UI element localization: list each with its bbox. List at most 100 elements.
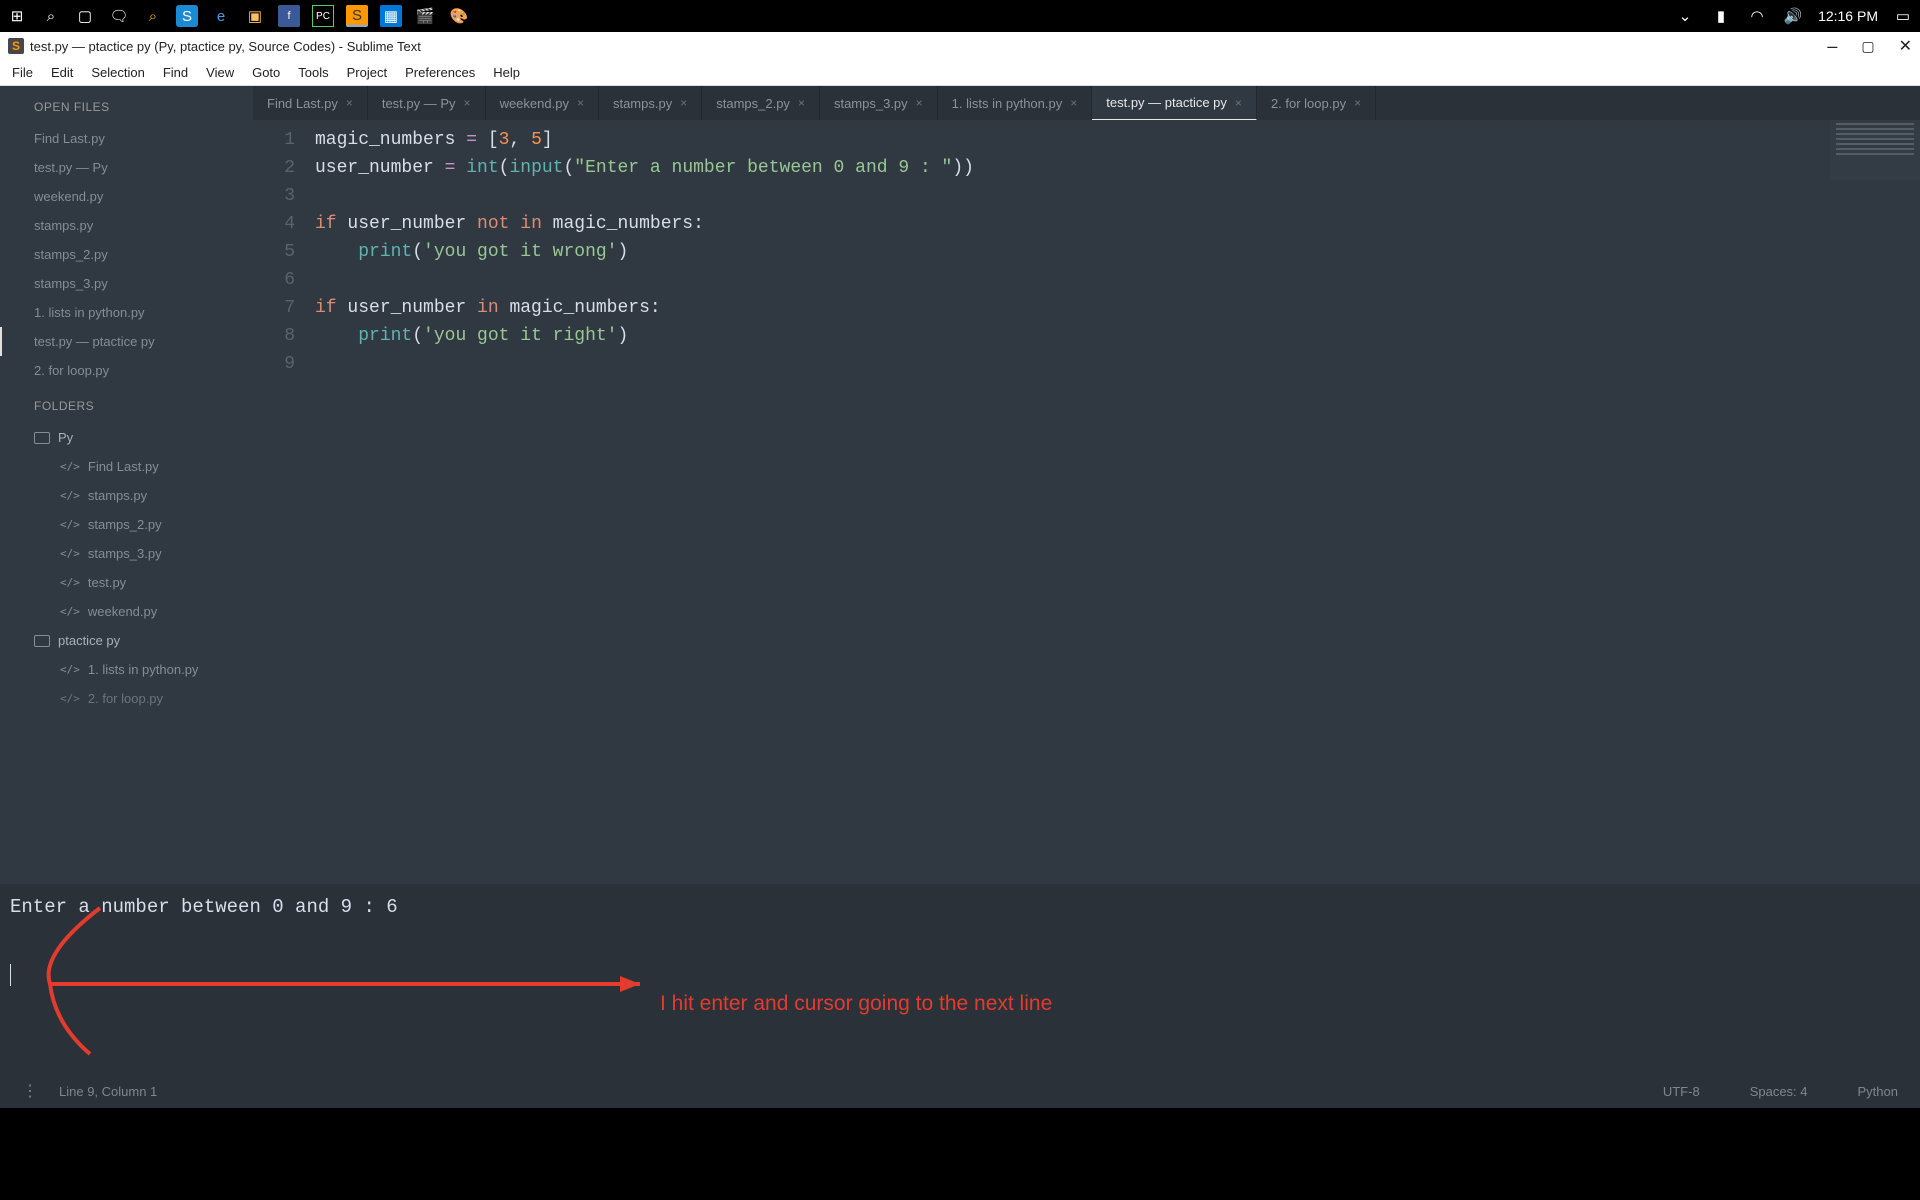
tab[interactable]: 2. for loop.py× [1257,86,1376,120]
folder-name: Py [58,430,73,445]
taskbar-app-icon[interactable]: ▦ [380,5,402,27]
menu-preferences[interactable]: Preferences [397,63,483,82]
taskbar-app-icon[interactable]: 🗨 [108,5,130,27]
editor: Find Last.py× test.py — Py× weekend.py× … [253,86,1920,884]
open-file-item[interactable]: Find Last.py [0,124,253,153]
menu-bar: File Edit Selection Find View Goto Tools… [0,60,1920,86]
folder-file-item[interactable]: </>weekend.py [0,597,253,626]
open-file-item[interactable]: stamps_3.py [0,269,253,298]
close-button[interactable]: ✕ [1899,36,1912,56]
clock[interactable]: 12:16 PM [1818,8,1878,24]
folder-header[interactable]: ptactice py [0,626,253,655]
file-code-icon: </> [60,518,80,531]
file-code-icon: </> [60,576,80,589]
menu-project[interactable]: Project [339,63,395,82]
pycharm-icon[interactable]: PC [312,5,334,27]
edge-icon[interactable]: e [210,5,232,27]
open-file-item[interactable]: test.py — Py [0,153,253,182]
folder-file-item[interactable]: </>stamps.py [0,481,253,510]
status-bar: ⋮ Line 9, Column 1 UTF-8 Spaces: 4 Pytho… [0,1074,1920,1108]
notifications-icon[interactable]: ▭ [1892,5,1914,27]
close-tab-icon[interactable]: × [798,96,805,110]
close-tab-icon[interactable]: × [916,96,923,110]
code-content[interactable]: magic_numbers = [3, 5] user_number = int… [309,126,1920,884]
tab[interactable]: stamps.py× [599,86,702,120]
status-position[interactable]: Line 9, Column 1 [59,1084,157,1099]
open-files-header: OPEN FILES [0,100,253,124]
tab[interactable]: stamps_3.py× [820,86,938,120]
folder-icon [34,432,50,444]
menu-goto[interactable]: Goto [244,63,288,82]
minimize-button[interactable]: – [1827,36,1837,57]
open-file-item-active[interactable]: test.py — ptactice py [0,327,253,356]
folder-file-item[interactable]: </>stamps_3.py [0,539,253,568]
maximize-button[interactable]: ▢ [1861,38,1874,55]
status-encoding[interactable]: UTF-8 [1663,1084,1700,1099]
folder-file-item[interactable]: </>test.py [0,568,253,597]
open-file-item[interactable]: 2. for loop.py [0,356,253,385]
taskbar-app-icon[interactable]: 🎬 [414,5,436,27]
close-tab-icon[interactable]: × [1354,96,1361,110]
status-indent[interactable]: Spaces: 4 [1750,1084,1808,1099]
code-area[interactable]: 123 456 789 magic_numbers = [3, 5] user_… [253,120,1920,884]
windows-taskbar: ⊞ ⌕ ▢ 🗨 ⌕ S e ▣ f PC S ▦ 🎬 🎨 ⌄ ▮ ◠ 🔊 12:… [0,0,1920,32]
file-code-icon: </> [60,547,80,560]
explorer-icon[interactable]: ▣ [244,5,266,27]
close-tab-icon[interactable]: × [680,96,687,110]
window-title: test.py — ptactice py (Py, ptactice py, … [30,39,421,54]
file-code-icon: </> [60,460,80,473]
close-tab-icon[interactable]: × [346,96,353,110]
tab-bar: Find Last.py× test.py — Py× weekend.py× … [253,86,1920,120]
open-file-item[interactable]: 1. lists in python.py [0,298,253,327]
folder-file-item[interactable]: </>1. lists in python.py [0,655,253,684]
annotation-text: I hit enter and cursor going to the next… [660,992,1052,1016]
taskbar-app-icon[interactable]: f [278,5,300,27]
menu-find[interactable]: Find [155,63,196,82]
window-title-bar: S test.py — ptactice py (Py, ptactice py… [0,32,1920,60]
chevron-up-icon[interactable]: ⌄ [1674,5,1696,27]
open-file-item[interactable]: stamps_2.py [0,240,253,269]
close-tab-icon[interactable]: × [464,96,471,110]
menu-edit[interactable]: Edit [43,63,81,82]
folders-header: FOLDERS [0,385,253,423]
menu-view[interactable]: View [198,63,242,82]
menu-help[interactable]: Help [485,63,528,82]
wifi-icon[interactable]: ◠ [1746,5,1768,27]
tab[interactable]: Find Last.py× [253,86,368,120]
line-gutter: 123 456 789 [253,126,309,884]
console-panel[interactable]: Enter a number between 0 and 9 : 6 I hit… [0,884,1920,1074]
file-code-icon: </> [60,605,80,618]
open-file-item[interactable]: stamps.py [0,211,253,240]
folder-file-item[interactable]: </>stamps_2.py [0,510,253,539]
folder-header[interactable]: Py [0,423,253,452]
close-tab-icon[interactable]: × [1235,96,1242,110]
status-syntax[interactable]: Python [1858,1084,1898,1099]
taskbar-app-icon[interactable]: S [176,5,198,27]
taskbar-app-icon[interactable]: 🎨 [448,5,470,27]
menu-dots-icon[interactable]: ⋮ [22,1081,39,1101]
sublime-icon[interactable]: S [346,5,368,27]
volume-icon[interactable]: 🔊 [1782,5,1804,27]
battery-icon[interactable]: ▮ [1710,5,1732,27]
sublime-logo-icon: S [8,38,24,54]
task-view-icon[interactable]: ▢ [74,5,96,27]
close-tab-icon[interactable]: × [1070,96,1077,110]
menu-selection[interactable]: Selection [83,63,152,82]
open-file-item[interactable]: weekend.py [0,182,253,211]
tab[interactable]: weekend.py× [486,86,599,120]
taskbar-app-icon[interactable]: ⌕ [142,5,164,27]
menu-tools[interactable]: Tools [290,63,336,82]
folder-file-item[interactable]: </>2. for loop.py [0,684,253,713]
folder-file-item[interactable]: </>Find Last.py [0,452,253,481]
search-icon[interactable]: ⌕ [40,5,62,27]
close-tab-icon[interactable]: × [577,96,584,110]
menu-file[interactable]: File [4,63,41,82]
tab-active[interactable]: test.py — ptactice py× [1092,86,1257,120]
start-icon[interactable]: ⊞ [6,5,28,27]
tab[interactable]: stamps_2.py× [702,86,820,120]
minimap[interactable] [1830,120,1920,180]
console-cursor [10,964,11,986]
tab[interactable]: 1. lists in python.py× [938,86,1093,120]
tab[interactable]: test.py — Py× [368,86,486,120]
sidebar: OPEN FILES Find Last.py test.py — Py wee… [0,86,253,884]
